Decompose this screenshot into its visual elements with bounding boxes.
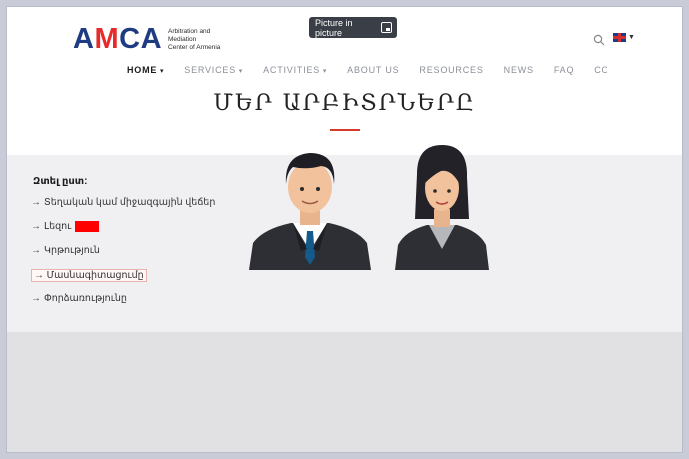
chevron-down-icon: ▾ (157, 68, 165, 75)
search-icon[interactable] (593, 34, 605, 46)
uk-flag-icon (613, 33, 626, 42)
logo-wordmark: AMCA (73, 23, 163, 55)
language-switcher[interactable]: ▼ (613, 33, 635, 42)
nav-item-faq[interactable]: FAQ (554, 65, 574, 75)
nav-item-services[interactable]: SERVICES ▾ (184, 65, 243, 75)
filter-item-experience[interactable]: → Փորձառությունը (31, 293, 127, 304)
filter-item-specialization[interactable]: → Մասնագիտացումը (31, 269, 147, 282)
nav-item-contact-us[interactable]: CONTACT US (594, 65, 607, 75)
amca-logo[interactable]: AMCA Arbitration and Mediation Center of… (73, 23, 228, 56)
picture-in-picture-icon (381, 22, 392, 33)
page-title: ՄԵՐ ԱՐԲԻՏՐՆԵՐԸ (213, 91, 476, 116)
filter-item-dispute-type[interactable]: → Տեղական կամ միջազգային վեճեր (31, 197, 215, 208)
nav-item-resources[interactable]: RESOURCES (419, 65, 483, 75)
picture-in-picture-button[interactable]: Picture in picture (309, 17, 397, 38)
arrow-right-icon: → (31, 221, 41, 232)
main-nav: HOME ▾ SERVICES ▾ ACTIVITIES ▾ ABOUT US RESO… (127, 63, 607, 77)
page-footer-area (7, 332, 682, 452)
arrow-right-icon: → (31, 197, 41, 208)
female-arbitrator-avatar[interactable] (395, 139, 489, 270)
site-header: AMCA Arbitration and Mediation Center of… (7, 7, 682, 89)
male-arbitrator-avatar[interactable] (249, 139, 371, 270)
chevron-down-icon: ▼ (628, 34, 635, 41)
chevron-down-icon: ▾ (320, 68, 328, 75)
browser-page: AMCA Arbitration and Mediation Center of… (6, 6, 683, 453)
logo-subtitle: Arbitration and Mediation Center of Arme… (168, 27, 221, 51)
filter-heading: Զտել ըստ: (33, 176, 88, 187)
chevron-down-icon: ▾ (236, 68, 244, 75)
nav-item-home[interactable]: HOME ▾ (127, 65, 164, 75)
page-title-block: ՄԵՐ ԱՐԲԻՏՐՆԵՐԸ (7, 91, 682, 131)
nav-item-activities[interactable]: ACTIVITIES ▾ (263, 65, 327, 75)
pip-label: Picture in picture (315, 17, 353, 38)
arrow-right-icon: → (31, 293, 41, 304)
redaction-mark (75, 221, 100, 232)
filter-item-education[interactable]: → Կրթություն (31, 245, 100, 256)
nav-item-news[interactable]: NEWS (504, 65, 534, 75)
arrow-right-icon: → (31, 245, 41, 256)
filter-item-language[interactable]: → Լեզու (31, 221, 100, 232)
nav-item-about-us[interactable]: ABOUT US (347, 65, 399, 75)
title-underline (329, 129, 360, 131)
filter-item-highlight: → Մասնագիտացումը (31, 269, 147, 282)
